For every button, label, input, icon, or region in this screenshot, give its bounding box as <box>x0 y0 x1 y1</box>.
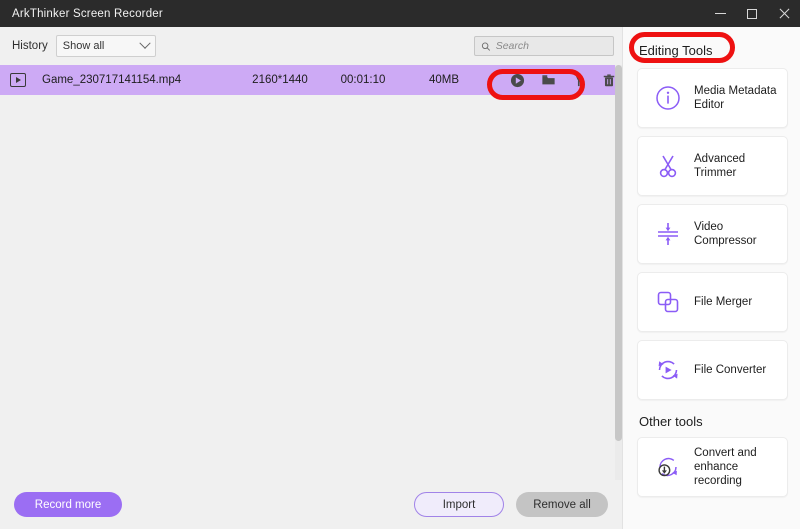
info-circle-icon <box>648 84 688 112</box>
convert-play-icon <box>648 356 688 384</box>
file-duration: 00:01:10 <box>340 74 386 86</box>
tool-card-label: Video Compressor <box>694 221 757 247</box>
folder-icon[interactable] <box>541 73 556 87</box>
history-label: History <box>12 40 48 52</box>
tool-card-label: Convert and enhance recording <box>694 447 757 487</box>
scissors-icon <box>648 152 688 180</box>
row-actions <box>510 73 616 88</box>
minimize-icon <box>714 13 726 14</box>
trash-icon[interactable] <box>602 73 616 88</box>
search-box[interactable] <box>474 36 614 56</box>
tool-card-label: Media Metadata Editor <box>694 85 777 111</box>
search-input[interactable] <box>495 40 607 52</box>
tool-card-advanced-trimmer[interactable]: Advanced Trimmer <box>637 136 788 196</box>
list-scrollbar[interactable] <box>615 65 622 480</box>
tool-card-file-merger[interactable]: File Merger <box>637 272 788 332</box>
tool-card-media-metadata-editor[interactable]: Media Metadata Editor <box>637 68 788 128</box>
file-size: 40MB <box>428 74 460 86</box>
import-button[interactable]: Import <box>414 492 504 517</box>
history-filter-select[interactable]: Show all <box>55 35 156 57</box>
tool-card-label: File Converter <box>694 364 767 376</box>
app-title: ArkThinker Screen Recorder <box>12 7 163 20</box>
other-tools-heading: Other tools <box>639 414 703 429</box>
window-controls <box>704 0 800 27</box>
wrench-icon[interactable] <box>572 73 586 88</box>
table-row[interactable]: Game_230717141154.mp4 2160*1440 00:01:10… <box>0 65 622 95</box>
chevron-down-icon <box>139 37 151 49</box>
remove-all-button[interactable]: Remove all <box>516 492 608 517</box>
maximize-button[interactable] <box>736 0 768 27</box>
title-bar: ArkThinker Screen Recorder <box>0 0 800 27</box>
file-name: Game_230717141154.mp4 <box>42 74 182 86</box>
download-refresh-icon <box>648 453 688 481</box>
window-body: History Show all Game_230717141154.mp4 <box>0 27 800 529</box>
tool-card-label: Advanced Trimmer <box>694 153 746 179</box>
play-icon[interactable] <box>510 73 525 88</box>
recording-list: Game_230717141154.mp4 2160*1440 00:01:10… <box>0 65 622 480</box>
editing-tools-heading: Editing Tools <box>639 43 713 58</box>
list-toolbar: History Show all <box>0 27 622 65</box>
tool-card-label: File Merger <box>694 296 753 308</box>
record-more-button[interactable]: Record more <box>14 492 122 517</box>
close-icon <box>778 8 790 20</box>
tool-card-convert-and-enhance-recording[interactable]: Convert and enhance recording <box>637 437 788 497</box>
video-thumbnail-icon <box>10 73 26 87</box>
history-filter-value: Show all <box>62 40 105 52</box>
minimize-button[interactable] <box>704 0 736 27</box>
tool-card-video-compressor[interactable]: Video Compressor <box>637 204 788 264</box>
close-button[interactable] <box>768 0 800 27</box>
app-window: ArkThinker Screen Recorder History Show … <box>0 0 800 529</box>
search-icon <box>481 42 491 51</box>
bottom-bar: Record more Import Remove all <box>0 480 622 529</box>
side-panel: Editing Tools Media Metadata Editor Adva… <box>622 27 800 529</box>
maximize-icon <box>747 8 757 19</box>
compress-icon <box>648 220 688 248</box>
file-resolution: 2160*1440 <box>252 74 308 86</box>
tool-card-file-converter[interactable]: File Converter <box>637 340 788 400</box>
merge-squares-icon <box>648 288 688 316</box>
tools-panel: Editing Tools Media Metadata Editor Adva… <box>623 27 800 529</box>
list-scrollbar-thumb[interactable] <box>615 65 622 441</box>
main-content: History Show all Game_230717141154.mp4 <box>0 27 622 529</box>
